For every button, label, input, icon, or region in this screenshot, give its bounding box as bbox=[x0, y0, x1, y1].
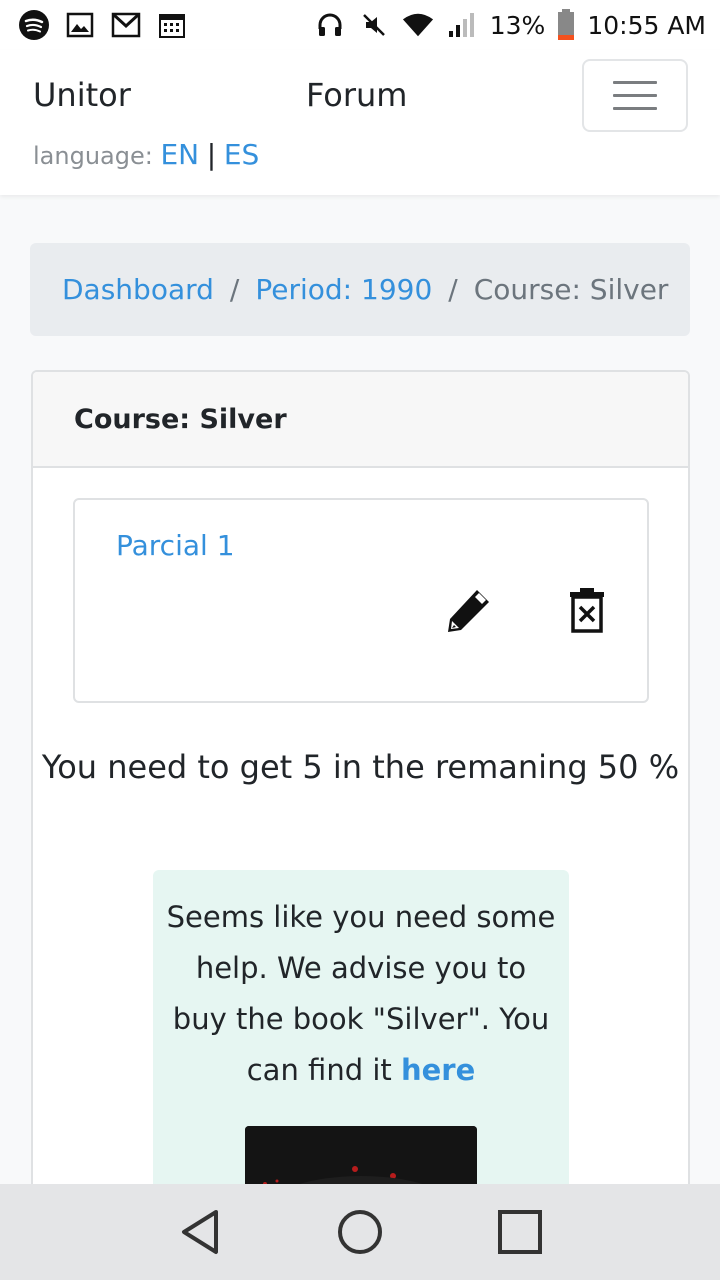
recents-icon[interactable] bbox=[495, 1207, 545, 1257]
delete-icon[interactable] bbox=[568, 587, 606, 633]
clock: 10:55 AM bbox=[587, 10, 706, 40]
mute-icon bbox=[358, 9, 390, 41]
help-alert-text: Seems like you need some help. We advise… bbox=[153, 870, 569, 1096]
battery-icon bbox=[557, 9, 575, 41]
back-icon[interactable] bbox=[175, 1207, 225, 1257]
language-label: language: bbox=[33, 142, 153, 170]
brand-link[interactable]: Unitor bbox=[33, 76, 131, 114]
breadcrumb-separator: / bbox=[448, 273, 458, 306]
signal-icon bbox=[446, 9, 478, 41]
help-alert: Seems like you need some help. We advise… bbox=[153, 870, 569, 1198]
breadcrumb-separator: / bbox=[229, 273, 240, 306]
breadcrumb-period[interactable]: Period: 1990 bbox=[255, 273, 432, 306]
card-header: Course: Silver bbox=[33, 372, 688, 468]
breadcrumb: Dashboard / Period: 1990 / Course: Silve… bbox=[30, 243, 690, 336]
partial-link[interactable]: Parcial 1 bbox=[116, 529, 235, 562]
wifi-icon bbox=[402, 9, 434, 41]
battery-percent: 13% bbox=[489, 10, 546, 40]
breadcrumb-course: Course: Silver bbox=[473, 273, 669, 306]
calendar-icon bbox=[156, 9, 188, 41]
gmail-icon bbox=[110, 9, 142, 41]
top-navbar: Unitor Forum language: EN | ES bbox=[0, 50, 720, 195]
hamburger-line bbox=[613, 107, 657, 110]
course-card: Course: Silver Parcial 1 You need to get… bbox=[31, 370, 690, 1200]
partial-card: Parcial 1 bbox=[73, 498, 649, 703]
home-icon[interactable] bbox=[335, 1207, 385, 1257]
hamburger-line bbox=[613, 81, 657, 84]
language-separator: | bbox=[206, 138, 217, 171]
spotify-icon bbox=[18, 9, 50, 41]
breadcrumb-dashboard[interactable]: Dashboard bbox=[62, 273, 214, 306]
language-en-link[interactable]: EN bbox=[160, 138, 199, 171]
headset-icon bbox=[314, 9, 346, 41]
forum-link[interactable]: Forum bbox=[306, 76, 407, 114]
requirement-text: You need to get 5 in the remaning 50 % bbox=[41, 748, 680, 786]
gallery-icon bbox=[64, 9, 96, 41]
menu-toggle-button[interactable] bbox=[582, 59, 688, 132]
status-bar: 13% 10:55 AM bbox=[0, 0, 720, 50]
book-link[interactable]: here bbox=[401, 1053, 475, 1087]
hamburger-line bbox=[613, 94, 657, 97]
help-alert-message: Seems like you need some help. We advise… bbox=[166, 900, 556, 1087]
pencil-icon[interactable] bbox=[443, 584, 495, 636]
system-nav-bar bbox=[0, 1184, 720, 1280]
language-es-link[interactable]: ES bbox=[224, 138, 259, 171]
language-switcher: language: EN | ES bbox=[33, 138, 259, 171]
